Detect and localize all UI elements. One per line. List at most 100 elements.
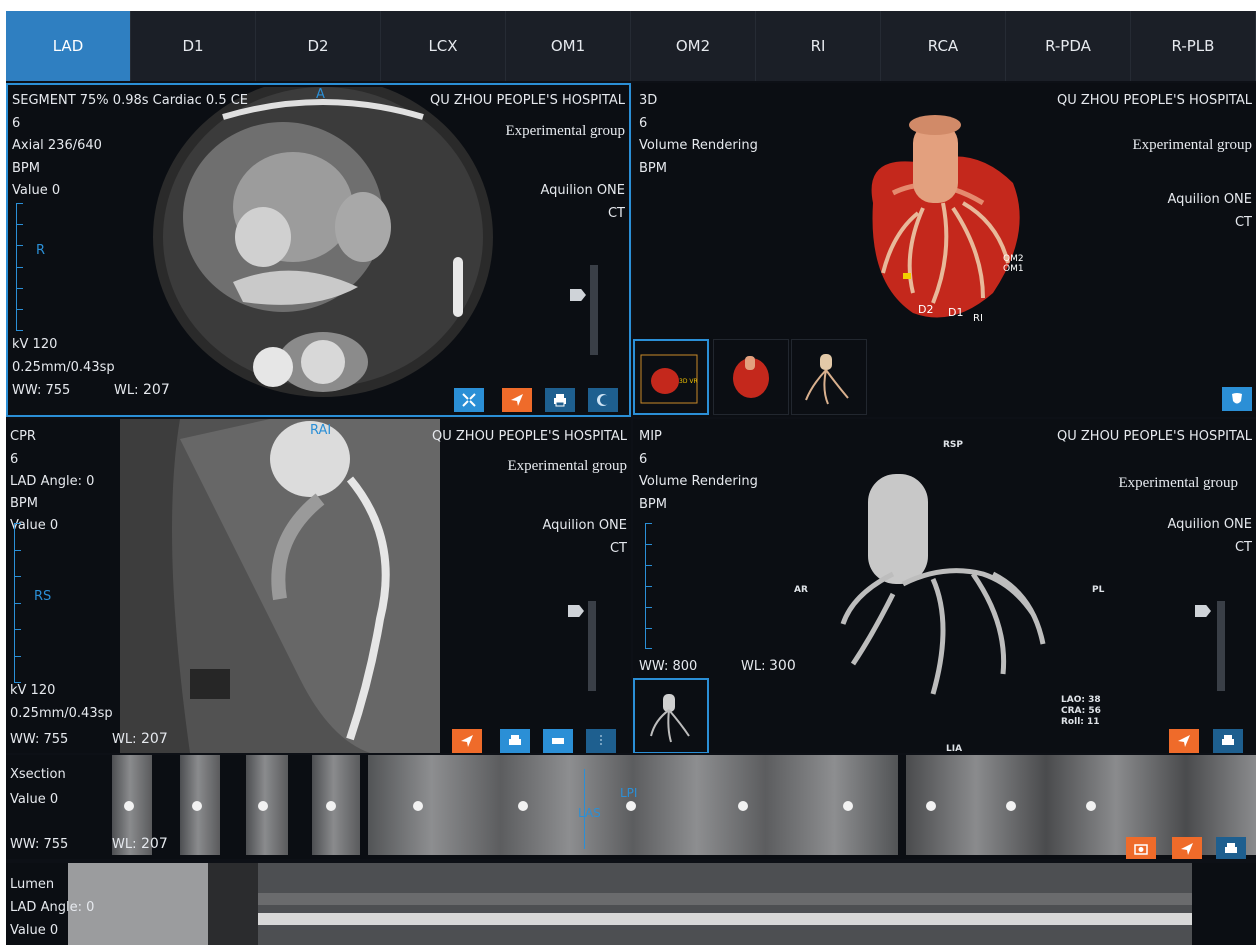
ruler-icon bbox=[600, 735, 602, 747]
xsection-cell[interactable] bbox=[906, 755, 1256, 855]
cpr-send-button[interactable] bbox=[452, 729, 482, 753]
xsection-wl-value: 207 bbox=[141, 836, 168, 852]
mip-hospital: QU ZHOU PEOPLE'S HOSPITAL bbox=[1057, 429, 1252, 444]
mip-bpm: BPM bbox=[639, 497, 667, 512]
xsection-cell[interactable] bbox=[180, 755, 220, 855]
mip-modality: CT bbox=[1234, 540, 1252, 555]
shield-button[interactable] bbox=[1222, 387, 1252, 411]
cpr-scanner: Aquilion ONE bbox=[542, 518, 628, 533]
axial-line2: 6 bbox=[12, 116, 21, 131]
tab-lad[interactable]: LAD bbox=[6, 11, 131, 81]
mip-print-button[interactable] bbox=[1213, 729, 1243, 753]
cpr-ruler-button[interactable] bbox=[586, 729, 616, 753]
rectangle-icon bbox=[552, 738, 564, 744]
tab-r-plb[interactable]: R-PLB bbox=[1131, 11, 1256, 81]
vr-label-ri: RI bbox=[973, 313, 983, 324]
tab-d2[interactable]: D2 bbox=[256, 11, 381, 81]
tab-d1[interactable]: D1 bbox=[131, 11, 256, 81]
tab-om1[interactable]: OM1 bbox=[506, 11, 631, 81]
cpr-group: Experimental group bbox=[507, 458, 627, 474]
axial-modality: CT bbox=[607, 206, 625, 221]
tab-lcx[interactable]: LCX bbox=[381, 11, 506, 81]
vr-scanner: Aquilion ONE bbox=[1167, 192, 1253, 207]
print-button[interactable] bbox=[545, 388, 575, 412]
vr-bpm: BPM bbox=[639, 161, 667, 176]
mip-orient-top: RSP bbox=[943, 440, 964, 450]
toggle-icon bbox=[597, 394, 610, 406]
send-button[interactable] bbox=[502, 388, 532, 412]
xsection-cell[interactable] bbox=[246, 755, 288, 855]
axial-slider-knob[interactable] bbox=[570, 289, 586, 301]
xsection-orient-las: LAS bbox=[578, 806, 601, 820]
mip-slice-slider[interactable] bbox=[1217, 601, 1225, 691]
send-icon bbox=[1181, 843, 1193, 855]
mip-group: Experimental group bbox=[1118, 475, 1238, 491]
send-icon bbox=[511, 394, 523, 406]
axial-wl-value: 207 bbox=[143, 382, 170, 398]
cpr-rectangle-button[interactable] bbox=[543, 729, 573, 753]
mip-wl-value: 300 bbox=[769, 658, 796, 674]
vr-label-om1: OM1 bbox=[1003, 264, 1024, 274]
mip-viewport[interactable]: MIP RSP QU ZHOU PEOPLE'S HOSPITAL 6 Volu… bbox=[633, 419, 1256, 753]
cpr-slice-thickness: 0.25mm/0.43sp bbox=[10, 706, 113, 721]
axial-value: Value 0 bbox=[12, 183, 61, 198]
axial-title: SEGMENT 75% 0.98s Cardiac 0.5 CE bbox=[12, 93, 249, 108]
xsection-title: Xsection bbox=[10, 767, 66, 782]
vr-line2: 6 bbox=[639, 116, 648, 131]
toggle-button[interactable] bbox=[588, 388, 618, 412]
axial-series: Axial 236/640 bbox=[12, 138, 102, 153]
cpr-orient-top: RAI bbox=[310, 423, 332, 438]
print-icon bbox=[509, 735, 521, 745]
lumen-strip[interactable]: Lumen LAD Angle: 0 Value 0 bbox=[6, 863, 1256, 945]
axial-ct-image bbox=[153, 87, 493, 397]
xsection-camera-button[interactable] bbox=[1126, 837, 1156, 859]
cpr-modality: CT bbox=[609, 541, 627, 556]
xsection-ww: WW: 755 bbox=[10, 837, 69, 852]
axial-slice-thickness: 0.25mm/0.43sp bbox=[12, 360, 115, 375]
vessel-tab-bar: LAD D1 D2 LCX OM1 OM2 RI RCA R-PDA R-PLB bbox=[6, 11, 1256, 81]
tab-om2[interactable]: OM2 bbox=[631, 11, 756, 81]
cpr-ww: WW: 755 bbox=[10, 732, 69, 747]
thumbnail-heart-front[interactable] bbox=[713, 339, 789, 415]
xsection-strip[interactable]: LPI LAS Xsection Value 0 WW: 755 WL: 207 bbox=[6, 755, 1256, 859]
mip-scale-ruler bbox=[645, 523, 655, 649]
cpr-bpm: BPM bbox=[10, 496, 38, 511]
vr-hospital: QU ZHOU PEOPLE'S HOSPITAL bbox=[1057, 93, 1252, 108]
xsection-wl-label: WL: bbox=[112, 837, 137, 852]
xsection-print-button[interactable] bbox=[1216, 837, 1246, 859]
mip-send-button[interactable] bbox=[1169, 729, 1199, 753]
cpr-wl-value: 207 bbox=[141, 731, 168, 747]
xsection-send-button[interactable] bbox=[1172, 837, 1202, 859]
cpr-orient-left: RS bbox=[34, 589, 52, 604]
shield-icon bbox=[1232, 393, 1242, 404]
xsection-cell[interactable] bbox=[368, 755, 898, 855]
mip-wl-label: WL: bbox=[741, 659, 766, 674]
tab-rca[interactable]: RCA bbox=[881, 11, 1006, 81]
cpr-slice-slider[interactable] bbox=[588, 601, 596, 691]
mip-ww: WW: 800 bbox=[639, 659, 698, 674]
vr-group: Experimental group bbox=[1132, 137, 1252, 153]
cpr-slider-knob[interactable] bbox=[568, 605, 584, 617]
vr-modality: CT bbox=[1234, 215, 1252, 230]
axial-slice-slider[interactable] bbox=[590, 265, 598, 355]
volume-rendering-viewport[interactable]: OM2 OM1 D2 D1 RI 3D QU ZHOU PEOPLE'S HOS… bbox=[633, 83, 1256, 417]
cpr-kv: kV 120 bbox=[10, 683, 56, 698]
mip-slider-knob[interactable] bbox=[1195, 605, 1211, 617]
mip-orient-bottom: LIA bbox=[946, 744, 963, 753]
mip-angle-roll: Roll: 11 bbox=[1061, 717, 1100, 727]
collapse-arrows-button[interactable] bbox=[454, 388, 484, 412]
mip-orient-left: AR bbox=[794, 585, 808, 595]
thumbnail-3d-vr[interactable]: 3D VR bbox=[633, 339, 709, 415]
thumb-heart-front-image bbox=[733, 356, 769, 398]
axial-bpm: BPM bbox=[12, 161, 40, 176]
cpr-viewport[interactable]: CPR RAI QU ZHOU PEOPLE'S HOSPITAL 6 Expe… bbox=[6, 419, 631, 753]
cpr-print-button[interactable] bbox=[500, 729, 530, 753]
heart-3d-render: OM2 OM1 D2 D1 RI bbox=[871, 115, 1024, 324]
thumbnail-coronary-tree[interactable] bbox=[791, 339, 867, 415]
tab-ri[interactable]: RI bbox=[756, 11, 881, 81]
xsection-cell[interactable] bbox=[312, 755, 360, 855]
vr-label-d1: D1 bbox=[948, 306, 963, 319]
tab-r-pda[interactable]: R-PDA bbox=[1006, 11, 1131, 81]
thumbnail-mip[interactable] bbox=[633, 678, 709, 753]
axial-viewport[interactable]: SEGMENT 75% 0.98s Cardiac 0.5 CE A QU ZH… bbox=[6, 83, 631, 417]
